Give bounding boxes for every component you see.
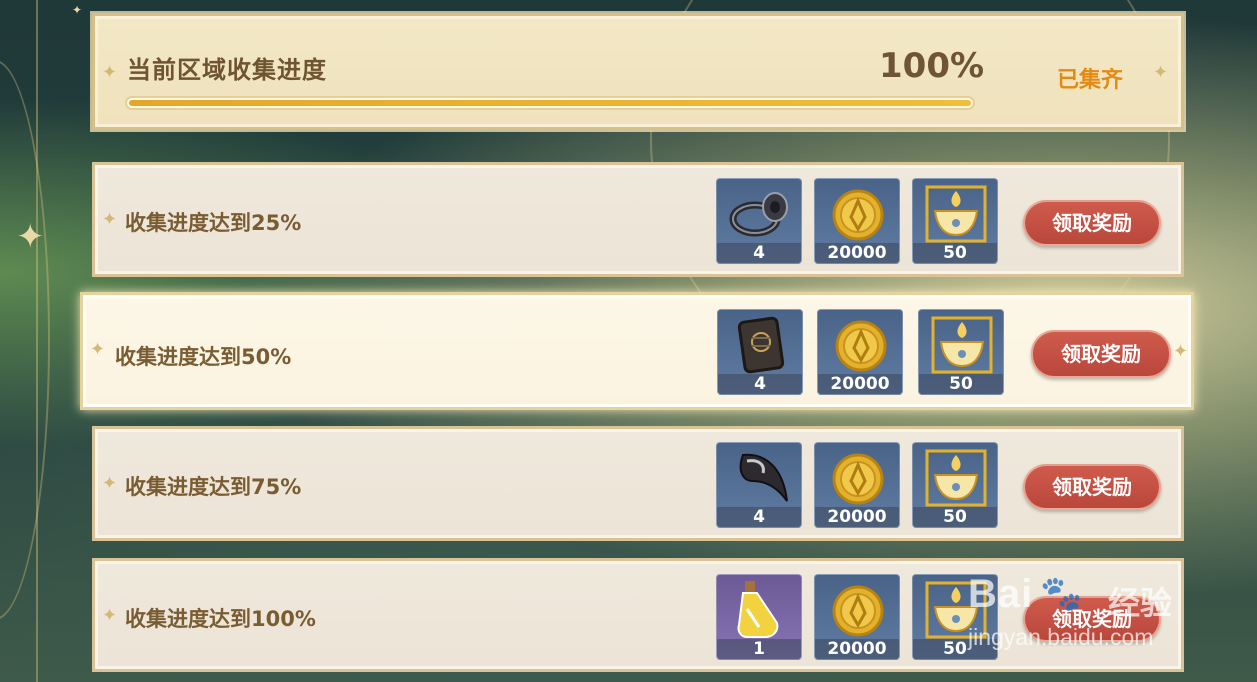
paw-icon: 🐾 [1040,574,1083,614]
potion-bottle-icon [737,581,779,638]
pot-icon [931,316,993,374]
bracelet-icon [729,192,788,237]
reward-item-mora[interactable]: 20000 [817,309,903,395]
progress-percent: 100% [879,46,985,86]
item-count: 4 [718,374,802,394]
pot-icon [925,449,987,507]
pot-icon [925,185,987,243]
item-count: 20000 [815,639,899,659]
item-count: 4 [717,243,801,263]
decor-line [36,0,38,682]
decor-arc-left [0,60,50,620]
item-count: 50 [913,507,997,527]
sparkle-icon: ✦ [72,3,83,17]
claim-reward-button[interactable]: 领取奖励 [1023,464,1161,510]
mora-coin-icon [832,453,884,505]
sparkle-icon: ✦ [102,473,118,494]
reward-milestone-label: 收集进度达到75% [125,475,302,499]
reward-item-mora[interactable]: 20000 [814,442,900,528]
reward-item-emblem[interactable]: 4 [717,309,803,395]
emblem-tablet-icon [737,316,785,374]
watermark-brand-cn: 经验 [1108,584,1173,622]
mora-coin-icon [832,189,884,241]
mora-coin-icon [832,585,884,637]
reward-item-pot[interactable]: 50 [912,178,998,264]
progress-bar [125,96,975,110]
star-ornament-icon: ✦ [16,217,45,257]
reward-item-horn[interactable]: 4 [716,442,802,528]
reward-item-pot[interactable]: 50 [918,309,1004,395]
reward-row-50: ✦ 收集进度达到50% 4 20000 50 领取奖励 ✦ [80,292,1194,410]
item-count: 4 [717,507,801,527]
reward-row-25: ✦ 收集进度达到25% 4 20000 50 领取奖励 [92,162,1184,277]
reward-item-mora[interactable]: 20000 [814,178,900,264]
completion-status: 已集齐 [1057,68,1124,93]
watermark-url: jingyan.baidu.com [968,624,1154,650]
baidu-jingyan-watermark: Bai 🐾 经验 jingyan.baidu.com [968,572,1198,662]
claim-reward-button[interactable]: 领取奖励 [1023,200,1161,246]
reward-item-mora[interactable]: 20000 [814,574,900,660]
item-count: 50 [913,243,997,263]
item-count: 20000 [818,374,902,394]
collection-progress-panel: ✦ 当前区域收集进度 100% 已集齐 ✦ [92,13,1184,130]
reward-row-75: ✦ 收集进度达到75% 4 20000 50 领取奖励 [92,426,1184,541]
progress-title: 当前区域收集进度 [127,56,327,84]
mora-coin-icon [835,320,887,372]
sparkle-icon: ✦ [102,62,118,83]
sparkle-icon: ✦ [102,605,118,626]
progress-bar-fill [129,100,971,106]
item-count: 20000 [815,507,899,527]
reward-item-potion[interactable]: 1 [716,574,802,660]
item-count: 50 [919,374,1003,394]
watermark-brand: Bai [968,572,1034,616]
reward-item-pot[interactable]: 50 [912,442,998,528]
reward-item-bracelet[interactable]: 4 [716,178,802,264]
reward-milestone-label: 收集进度达到100% [125,607,316,631]
sparkle-icon: ✦ [90,339,106,360]
sparkle-icon: ✦ [102,209,118,230]
sparkle-icon: ✦ [1153,62,1169,83]
reward-milestone-label: 收集进度达到25% [125,211,302,235]
sparkle-icon: ✦ [1173,341,1189,362]
claim-reward-button[interactable]: 领取奖励 [1031,330,1171,378]
reward-milestone-label: 收集进度达到50% [115,345,292,369]
item-count: 20000 [815,243,899,263]
horn-icon [739,453,788,502]
item-count: 1 [717,639,801,659]
